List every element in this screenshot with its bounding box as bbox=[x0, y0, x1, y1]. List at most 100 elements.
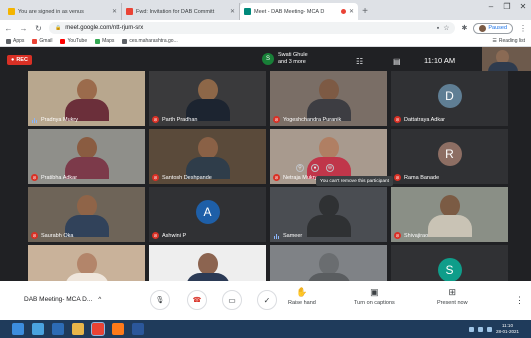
close-icon[interactable]: ✕ bbox=[349, 8, 354, 15]
more-vert-icon[interactable]: ⋮ bbox=[515, 295, 524, 306]
present-label: Present now bbox=[437, 300, 468, 306]
maximize-button[interactable]: ❐ bbox=[499, 0, 515, 14]
edge-taskbar-icon[interactable] bbox=[32, 323, 44, 335]
presenter-name: Swati Ghule bbox=[278, 52, 308, 58]
participant-video-figure bbox=[306, 195, 351, 237]
meeting-details-button[interactable]: DAB Meeting- MCA D... ^ bbox=[24, 296, 101, 303]
firefox-taskbar-icon[interactable] bbox=[112, 323, 124, 335]
mic-off-icon: ⊘ bbox=[273, 116, 280, 123]
globe-icon bbox=[122, 38, 128, 44]
participant-tile[interactable]: ⊘ Saurabh Oka bbox=[28, 187, 145, 242]
meeting-title: DAB Meeting- MCA D... bbox=[24, 296, 93, 303]
store-taskbar-icon[interactable] bbox=[52, 323, 64, 335]
bookmark-apps[interactable]: Apps bbox=[6, 38, 24, 44]
meeting-clock: 11:10 AM bbox=[424, 56, 456, 65]
participant-nametag: Sameer bbox=[273, 232, 302, 239]
word-taskbar-icon[interactable] bbox=[132, 323, 144, 335]
speaking-indicator-icon bbox=[31, 116, 38, 123]
mic-off-icon: ⊘ bbox=[394, 232, 401, 239]
presenter-indicator[interactable]: S Swati Ghule and 3 more bbox=[262, 52, 308, 66]
bookmark-gmail[interactable]: Gmail bbox=[32, 38, 52, 44]
avatar: R bbox=[437, 141, 462, 166]
hang-up-icon: ☎ bbox=[192, 297, 202, 304]
participant-name: Pradnya Mukry bbox=[41, 116, 78, 123]
captions-button[interactable]: ▣ Turn on captions bbox=[354, 287, 395, 306]
url-input[interactable]: 🔒 meet.google.com/ntt-rjum-srx ▪ ☆ bbox=[49, 22, 456, 34]
participant-tile[interactable]: ⊘ Shivajirao bbox=[391, 187, 508, 242]
profile-button[interactable]: Paused bbox=[473, 22, 513, 34]
network-icon[interactable] bbox=[468, 326, 474, 332]
figure-head bbox=[76, 253, 97, 275]
reload-icon[interactable]: ↻ bbox=[34, 24, 43, 33]
participant-tile[interactable]: A ⊘ Ashwini P bbox=[149, 187, 266, 242]
reading-list-button[interactable]: ☰ Reading list bbox=[492, 38, 525, 44]
bookmark-maps[interactable]: Maps bbox=[95, 38, 114, 44]
camera-button[interactable]: ▭ bbox=[222, 290, 242, 310]
tab-favicon-icon bbox=[8, 8, 15, 15]
pin-icon[interactable]: ⚲ bbox=[296, 164, 304, 172]
taskbar-clock[interactable]: 11:10 28-01-2021 bbox=[496, 323, 519, 335]
new-tab-button[interactable]: + bbox=[358, 3, 372, 20]
explorer-taskbar-icon[interactable] bbox=[72, 323, 84, 335]
people-icon[interactable]: ☷ bbox=[356, 57, 363, 66]
bookmark-star-icon[interactable]: ☆ bbox=[443, 24, 449, 32]
participant-tile[interactable]: ⊘ Yogeshchandra Puranik bbox=[270, 71, 387, 126]
forward-icon[interactable]: → bbox=[19, 24, 28, 33]
minimize-button[interactable]: – bbox=[483, 0, 499, 14]
tab-favicon-icon bbox=[126, 8, 133, 15]
participant-name: Shivajirao bbox=[404, 232, 429, 239]
reading-list-label: Reading list bbox=[498, 38, 525, 44]
figure-body bbox=[306, 215, 351, 237]
participant-tile[interactable]: Sameer bbox=[270, 187, 387, 242]
browser-tab[interactable]: Fwd: Invitation for DAB Committ ✕ bbox=[122, 3, 240, 20]
self-view-thumbnail[interactable] bbox=[482, 47, 531, 71]
bookmark-label: Gmail bbox=[39, 38, 53, 44]
browser-menu-icon[interactable]: ⋮ bbox=[519, 24, 527, 33]
participant-tile[interactable]: R ⊘ Rama Banade bbox=[391, 129, 508, 184]
participant-tile[interactable]: Pradnya Mukry bbox=[28, 71, 145, 126]
close-icon[interactable]: ✕ bbox=[112, 8, 117, 15]
more-options-button[interactable]: ✓ bbox=[257, 290, 277, 310]
figure-head bbox=[197, 137, 218, 159]
chat-icon[interactable]: ▤ bbox=[393, 57, 401, 66]
participant-video-figure bbox=[64, 79, 109, 121]
camera-indicator-icon[interactable]: ▪ bbox=[437, 25, 439, 32]
browser-tab[interactable]: You are signed in as venus ✕ bbox=[4, 3, 122, 20]
participant-tile[interactable]: ⊘ Santosh Deshpande bbox=[149, 129, 266, 184]
extensions-icon[interactable]: ✱ bbox=[461, 24, 467, 32]
remove-tooltip: You can't remove this participant bbox=[316, 176, 393, 186]
captions-label: Turn on captions bbox=[354, 300, 395, 306]
start-taskbar-icon[interactable] bbox=[12, 323, 24, 335]
bookmark-youtube[interactable]: YouTube bbox=[60, 38, 87, 44]
bookmark-ces[interactable]: ces.maharashtra.go... bbox=[122, 38, 178, 44]
raise-hand-button[interactable]: ✋ Raise hand bbox=[288, 287, 316, 306]
mute-participant-icon[interactable]: ● bbox=[311, 164, 319, 172]
present-screen-icon: ⊞ bbox=[448, 287, 457, 297]
leave-call-button[interactable]: ☎ bbox=[187, 290, 207, 310]
participant-name: Rama Banade bbox=[404, 174, 440, 181]
volume-icon[interactable] bbox=[477, 326, 483, 332]
back-icon[interactable]: ← bbox=[4, 24, 13, 33]
microphone-button[interactable]: 🎙 bbox=[150, 290, 170, 310]
close-icon[interactable]: ✕ bbox=[230, 8, 235, 15]
participant-nametag: ⊘ Netraja Mukry bbox=[273, 174, 317, 181]
chevron-up-icon: ^ bbox=[98, 296, 102, 303]
mic-off-icon: ⊘ bbox=[31, 232, 38, 239]
chrome-taskbar-icon[interactable] bbox=[91, 322, 105, 336]
participant-tile[interactable]: ⊘ Pratibha Adkar bbox=[28, 129, 145, 184]
figure-head bbox=[197, 253, 218, 275]
participant-tile[interactable]: ⊘ Parth Pradhan bbox=[149, 71, 266, 126]
present-now-button[interactable]: ⊞ Present now bbox=[437, 287, 468, 306]
remove-participant-icon[interactable]: ⊖ bbox=[326, 164, 334, 172]
close-window-button[interactable]: ✕ bbox=[515, 0, 531, 14]
battery-icon[interactable] bbox=[486, 326, 492, 332]
mic-off-icon: ⊘ bbox=[394, 116, 401, 123]
avatar: S bbox=[262, 53, 274, 65]
participant-tile[interactable]: D ⊘ Dattatraya Adkar bbox=[391, 71, 508, 126]
participant-nametag: ⊘ Yogeshchandra Puranik bbox=[273, 116, 341, 123]
address-bar-row: ← → ↻ 🔒 meet.google.com/ntt-rjum-srx ▪ ☆… bbox=[0, 20, 531, 36]
browser-tab-active[interactable]: Meet - DAB Meeting- MCA D ✕ bbox=[240, 3, 358, 20]
participant-nametag: ⊘ Dattatraya Adkar bbox=[394, 116, 445, 123]
participant-name: Pratibha Adkar bbox=[41, 174, 78, 181]
captions-icon: ▣ bbox=[370, 287, 379, 297]
